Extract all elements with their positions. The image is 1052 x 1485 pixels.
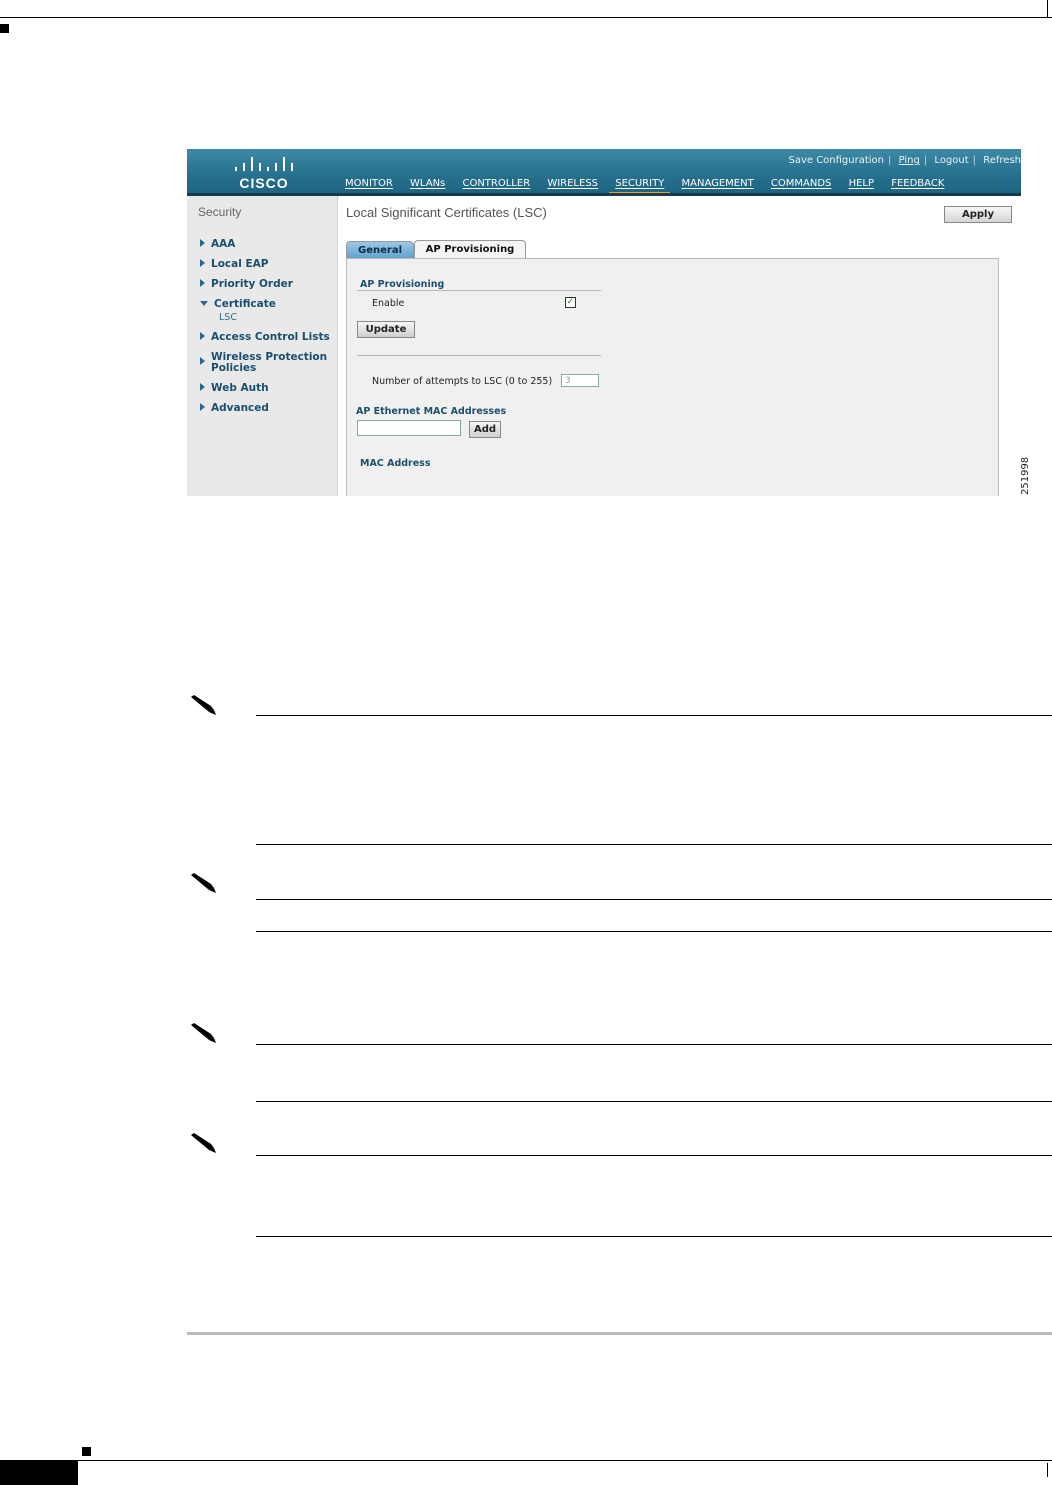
expand-arrow-icon: [200, 357, 205, 365]
menu-security[interactable]: SECURITY: [615, 178, 664, 189]
apply-button[interactable]: Apply: [944, 206, 1012, 223]
expand-arrow-icon: [200, 279, 205, 287]
mac-addresses-heading: AP Ethernet MAC Addresses: [356, 406, 507, 417]
header-tick: [1047, 0, 1048, 18]
sidebar-item-access-control-lists[interactable]: Access Control Lists: [200, 332, 330, 343]
pencil-note-icon: [191, 1133, 216, 1153]
save-configuration-link[interactable]: Save Configuration: [788, 155, 884, 166]
cisco-bars-icon: [235, 157, 293, 171]
pencil-note-icon: [191, 695, 216, 715]
sidebar-subitem-lsc[interactable]: LSC: [219, 312, 237, 323]
pencil-note-icon: [191, 1023, 216, 1043]
menu-wireless[interactable]: WIRELESS: [547, 178, 598, 189]
expand-arrow-icon: [200, 239, 205, 247]
cisco-logo: CISCO: [233, 157, 295, 191]
tab-general[interactable]: General: [346, 241, 414, 259]
collapse-arrow-icon: [200, 301, 208, 306]
menu-feedback[interactable]: FEEDBACK: [891, 178, 944, 189]
attempts-input[interactable]: 3: [561, 374, 599, 387]
add-button[interactable]: Add: [469, 421, 501, 438]
main-content: Local Significant Certificates (LSC) App…: [338, 196, 1021, 496]
figure-id: 251998: [1020, 456, 1031, 495]
mac-address-column-header: MAC Address: [360, 458, 431, 469]
note-top-rule: [256, 1155, 1052, 1156]
ap-provisioning-heading: AP Provisioning: [360, 279, 445, 290]
note-bottom-rule: [256, 1236, 1052, 1237]
note-bottom-rule: [256, 844, 1052, 845]
corner-mark: [0, 24, 9, 33]
sidebar-title: Security: [198, 205, 242, 219]
attempts-label: Number of attempts to LSC (0 to 255): [372, 376, 553, 387]
refresh-link[interactable]: Refresh: [983, 155, 1021, 166]
wlc-header: CISCO Save Configuration | Ping | Logout | …: [187, 149, 1021, 193]
menu-help[interactable]: HELP: [849, 178, 874, 189]
sidebar-item-local-eap[interactable]: Local EAP: [200, 259, 268, 270]
sidebar: Security AAA Local EAP Priority Order Ce…: [187, 196, 338, 496]
mac-address-input[interactable]: [357, 420, 461, 436]
note-bottom-rule: [256, 931, 1052, 932]
sidebar-item-advanced[interactable]: Advanced: [200, 403, 269, 414]
menu-wlans[interactable]: WLANs: [410, 178, 445, 189]
header-rule: [0, 17, 1052, 18]
expand-arrow-icon: [200, 383, 205, 391]
footer-tick: [1047, 1463, 1048, 1477]
page-title: Local Significant Certificates (LSC): [346, 205, 547, 220]
wlc-screenshot: CISCO Save Configuration | Ping | Logout | …: [187, 149, 1021, 496]
enable-checkbox[interactable]: ✓: [565, 297, 576, 308]
section-divider: [357, 355, 601, 356]
expand-arrow-icon: [200, 259, 205, 267]
tab-ap-provisioning[interactable]: AP Provisioning: [414, 240, 526, 259]
note-bottom-rule: [256, 1101, 1052, 1102]
footer-page-block: [0, 1460, 78, 1485]
section-end-rule: [187, 1332, 1052, 1335]
sidebar-item-priority-order[interactable]: Priority Order: [200, 279, 293, 290]
logout-link[interactable]: Logout: [934, 155, 968, 166]
check-icon: ✓: [566, 297, 575, 307]
sidebar-item-certificate[interactable]: Certificate: [200, 299, 276, 310]
note-top-rule: [256, 1044, 1052, 1045]
footer-rule: [0, 1460, 1052, 1461]
update-button[interactable]: Update: [357, 321, 415, 338]
sidebar-item-web-auth[interactable]: Web Auth: [200, 383, 269, 394]
section-divider: [357, 290, 601, 291]
pencil-note-icon: [191, 873, 216, 893]
menu-commands[interactable]: COMMANDS: [771, 178, 831, 189]
main-menu: MONITOR WLANs CONTROLLER WIRELESS SECURI…: [345, 178, 958, 189]
ping-link[interactable]: Ping: [899, 155, 920, 166]
sidebar-item-aaa[interactable]: AAA: [200, 239, 235, 250]
menu-management[interactable]: MANAGEMENT: [682, 178, 754, 189]
menu-monitor[interactable]: MONITOR: [345, 178, 393, 189]
expand-arrow-icon: [200, 403, 205, 411]
ap-provisioning-panel: AP Provisioning Enable ✓ Update Number o…: [346, 258, 999, 496]
sidebar-item-policies-line[interactable]: Policies: [211, 363, 256, 374]
enable-label: Enable: [372, 298, 405, 309]
footer-mark: [82, 1447, 91, 1456]
menu-controller[interactable]: CONTROLLER: [462, 178, 530, 189]
note-top-rule: [256, 715, 1052, 716]
expand-arrow-icon: [200, 332, 205, 340]
note-top-rule: [256, 899, 1052, 900]
utility-links: Save Configuration | Ping | Logout | Refres…: [788, 155, 1021, 166]
cisco-wordmark: CISCO: [239, 175, 289, 191]
